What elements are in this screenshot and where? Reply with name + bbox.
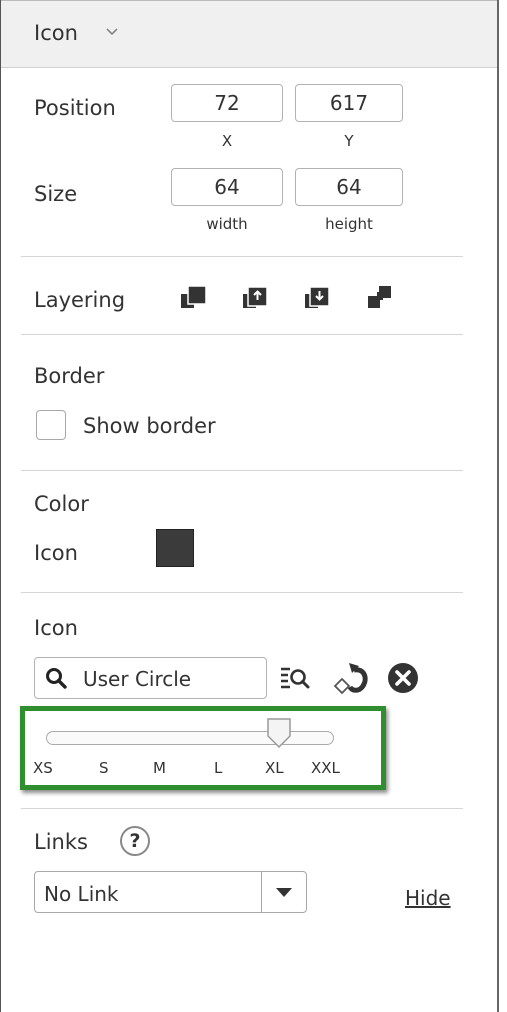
panel-header[interactable]: Icon <box>1 0 497 68</box>
link-select[interactable]: No Link <box>34 871 307 913</box>
layering-label: Layering <box>34 288 126 312</box>
divider <box>21 808 463 809</box>
icon-size-slider-thumb[interactable] <box>265 716 293 750</box>
divider <box>21 592 463 593</box>
properties-panel: Icon Position 72 617 X Y Size 64 64 widt… <box>0 0 499 1012</box>
icon-search-value: User Circle <box>83 667 192 691</box>
remove-icon-icon[interactable] <box>387 662 419 694</box>
divider <box>21 334 463 335</box>
hide-link[interactable]: Hide <box>405 886 451 910</box>
dropdown-arrow-icon[interactable] <box>261 872 306 912</box>
link-select-value: No Link <box>44 882 119 906</box>
icon-heading: Icon <box>34 616 78 640</box>
size-label: Size <box>34 182 78 206</box>
send-backward-icon[interactable] <box>303 282 333 312</box>
color-heading: Color <box>34 492 89 516</box>
position-y-input[interactable]: 617 <box>295 84 403 122</box>
show-border-checkbox[interactable] <box>36 410 66 440</box>
size-tick-l[interactable]: L <box>214 759 222 777</box>
replace-icon-icon[interactable] <box>332 660 372 696</box>
bring-to-front-icon[interactable] <box>179 282 209 312</box>
y-caption: Y <box>344 132 354 150</box>
icon-color-swatch[interactable] <box>156 529 194 567</box>
bring-forward-icon[interactable] <box>241 282 271 312</box>
x-caption: X <box>221 132 233 150</box>
size-height-input[interactable]: 64 <box>295 168 403 206</box>
width-caption: width <box>206 215 248 233</box>
divider <box>21 256 463 257</box>
size-tick-xl[interactable]: XL <box>265 759 284 777</box>
border-heading: Border <box>34 364 105 388</box>
search-icon <box>45 667 67 689</box>
show-border-label[interactable]: Show border <box>83 414 216 438</box>
position-x-input[interactable]: 72 <box>171 84 283 122</box>
height-caption: height <box>325 215 373 233</box>
panel-title: Icon <box>34 21 78 45</box>
chevron-down-icon[interactable] <box>105 25 119 41</box>
help-icon[interactable]: ? <box>120 826 150 856</box>
position-label: Position <box>34 96 116 120</box>
links-heading: Links <box>34 830 88 854</box>
size-tick-m[interactable]: M <box>153 759 166 777</box>
icon-search-input[interactable]: User Circle <box>34 657 267 699</box>
send-to-back-icon[interactable] <box>365 282 395 312</box>
size-tick-xs[interactable]: XS <box>33 759 53 777</box>
divider <box>21 470 463 471</box>
browse-icons-icon[interactable] <box>280 665 310 691</box>
size-tick-xxl[interactable]: XXL <box>311 759 340 777</box>
icon-color-label: Icon <box>34 541 78 565</box>
size-width-input[interactable]: 64 <box>171 168 283 206</box>
size-tick-s[interactable]: S <box>99 759 109 777</box>
size-slider-highlight <box>20 706 386 790</box>
